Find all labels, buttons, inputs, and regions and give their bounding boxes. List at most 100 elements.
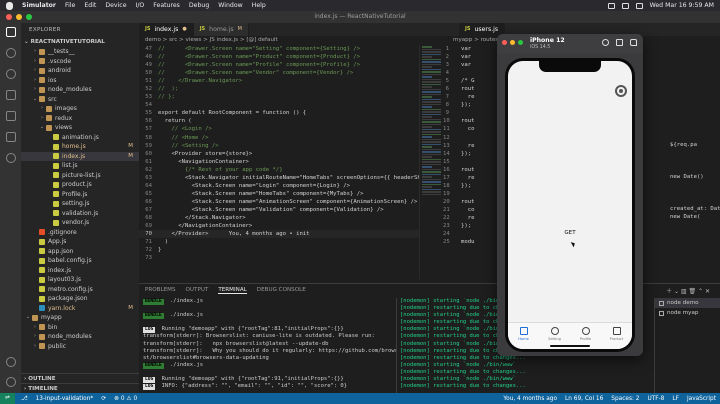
code-line[interactable]: 53 // }; — [139, 93, 419, 101]
close-window-icon[interactable] — [6, 14, 12, 20]
code-line[interactable]: 56 return ( — [139, 117, 419, 125]
tree-item[interactable]: layout03.js — [21, 275, 139, 285]
tree-item[interactable]: metro.config.js — [21, 285, 139, 295]
menu-item-help[interactable]: Help — [252, 2, 266, 9]
settings-gear-icon[interactable] — [615, 85, 627, 97]
menu-item-window[interactable]: Window — [218, 2, 242, 9]
tree-item[interactable]: ⌄ src — [21, 95, 139, 105]
code-line[interactable]: 52 // ); — [139, 85, 419, 93]
code-line[interactable]: 71 ) — [139, 238, 419, 246]
wifi-icon[interactable] — [621, 2, 629, 9]
code-line[interactable]: 58 // <Home /> — [139, 134, 419, 142]
code-line[interactable]: 57 // <Login /> — [139, 125, 419, 133]
tree-item[interactable]: .gitignore — [21, 228, 139, 238]
code-line[interactable]: 66 <Stack.Screen name="AnimationScreen" … — [139, 198, 419, 206]
menu-item-features[interactable]: Features — [153, 2, 180, 9]
language-mode[interactable]: JavaScript — [687, 396, 716, 402]
tree-item[interactable]: › android — [21, 66, 139, 76]
code-line[interactable]: 61 <NavigationContainer> — [139, 158, 419, 166]
get-button[interactable]: GET — [508, 230, 632, 236]
maximize-window-icon[interactable] — [518, 40, 523, 45]
home-button-icon[interactable] — [616, 39, 623, 46]
tab-output[interactable]: OUTPUT — [186, 287, 209, 293]
code-line[interactable]: 51 // </Drawer.Navigator> — [139, 77, 419, 85]
maximize-window-icon[interactable] — [26, 14, 32, 20]
tree-item[interactable]: index.js — [21, 266, 139, 276]
tree-item[interactable]: › public — [21, 342, 139, 352]
close-window-icon[interactable] — [502, 40, 507, 45]
code-line[interactable]: 47 // <Drawer.Screen name="Setting" compo… — [139, 45, 419, 53]
menu-app-name[interactable]: Simulator — [22, 2, 56, 9]
code-line[interactable]: 62 {/* Rest of your app code */} — [139, 166, 419, 174]
menu-item-device[interactable]: Device — [105, 2, 126, 9]
indentation[interactable]: Spaces: 2 — [611, 396, 639, 402]
account-icon[interactable] — [5, 357, 16, 367]
app-screen[interactable]: GET Home Setting Profile Product — [508, 61, 632, 349]
tree-item[interactable]: animation.js — [21, 133, 139, 143]
minimize-window-icon[interactable] — [510, 40, 515, 45]
tab-terminal[interactable]: TERMINAL — [218, 287, 247, 294]
code-editor[interactable]: 47 // <Drawer.Screen name="Setting" compo… — [139, 45, 419, 279]
code-line[interactable]: 72} — [139, 246, 419, 254]
remote-indicator-icon[interactable]: ⇌ — [0, 393, 15, 404]
tree-item[interactable]: list.js — [21, 161, 139, 171]
breadcrumb[interactable]: demo > src > views > JS index.js > [@] d… — [139, 36, 439, 45]
tab-home-js[interactable]: JS home.js M — [193, 23, 249, 36]
menu-item-file[interactable]: File — [65, 2, 75, 9]
tree-item[interactable]: app.json — [21, 247, 139, 257]
control-center-icon[interactable] — [635, 2, 643, 9]
menu-item-debug[interactable]: Debug — [189, 2, 209, 9]
tree-item[interactable]: yarn.lock M — [21, 304, 139, 314]
tree-item[interactable]: ⌄ views — [21, 123, 139, 133]
tree-item[interactable]: vendor.js — [21, 218, 139, 228]
record-icon[interactable] — [602, 39, 609, 46]
tab-users-js[interactable]: JS users.js — [459, 23, 506, 36]
search-icon[interactable] — [5, 48, 16, 58]
tree-item[interactable]: setting.js — [21, 199, 139, 209]
line-endings[interactable]: LF — [672, 396, 679, 402]
tree-item[interactable]: › .vscode — [21, 57, 139, 67]
tree-item[interactable]: › redux — [21, 114, 139, 124]
timeline-section[interactable]: › TIMELINE — [21, 383, 139, 393]
apple-icon[interactable] — [6, 1, 13, 10]
tab-product[interactable]: Product — [601, 323, 632, 349]
menubar-clock[interactable]: Wed Mar 16 9:59 AM — [650, 2, 714, 9]
source-control-icon[interactable] — [5, 69, 16, 79]
code-line[interactable]: 64 <Stack.Screen name="Login" component=… — [139, 182, 419, 190]
tab-problems[interactable]: PROBLEMS — [145, 287, 176, 293]
project-section-header[interactable]: ⌄ REACTNATIVETUTORIAL — [21, 37, 139, 47]
code-line[interactable]: 65 <Stack.Screen name="HomeTabs" compone… — [139, 190, 419, 198]
tab-index-js[interactable]: JS index.js ● — [139, 23, 194, 36]
menu-item-io[interactable]: I/O — [136, 2, 145, 9]
tree-item[interactable]: › ios — [21, 76, 139, 86]
tab-home[interactable]: Home — [508, 323, 539, 349]
code-line[interactable]: 68 </Stack.Navigator> — [139, 214, 419, 222]
tree-item[interactable]: App.js — [21, 237, 139, 247]
tree-item[interactable]: › node_modules — [21, 332, 139, 342]
tree-item[interactable]: › __tests__ — [21, 47, 139, 57]
panel-actions[interactable]: ＋ ⌄ ▥ 🗑 ⌃ ✕ — [666, 286, 720, 295]
rotate-icon[interactable] — [630, 39, 637, 46]
tree-item[interactable]: home.js M — [21, 142, 139, 152]
code-line[interactable]: 59 // <Setting /> — [139, 142, 419, 150]
sync-icon[interactable]: ⟳ — [101, 396, 106, 402]
code-line[interactable]: 69 </NavigationContainer> — [139, 222, 419, 230]
docker-icon[interactable] — [5, 153, 16, 163]
code-line[interactable]: 70 </Provider> You, 4 months ago • init — [139, 230, 419, 239]
terminal-pane-left[interactable]: BUNDLE ./index.js BUNDLE ./index.js LOG Ru… — [139, 298, 396, 393]
terminal-instance[interactable]: node demo — [655, 298, 720, 308]
tree-item[interactable]: product.js — [21, 180, 139, 190]
tree-item[interactable]: validation.js — [21, 209, 139, 219]
manage-gear-icon[interactable] — [5, 377, 16, 387]
tree-item[interactable]: › node_modules — [21, 85, 139, 95]
code-line[interactable]: 73 — [139, 254, 419, 262]
problems-count[interactable]: ⊗ 0 ⚠ 0 — [114, 396, 137, 402]
git-branch[interactable]: 13-input-validation* — [36, 396, 94, 402]
code-line[interactable]: 50 // <Drawer.Screen name="Vendor" compon… — [139, 69, 419, 77]
tab-debug-console[interactable]: DEBUG CONSOLE — [257, 287, 306, 293]
code-line[interactable]: 48 // <Drawer.Screen name="Product" compo… — [139, 53, 419, 61]
tree-item[interactable]: › bin — [21, 323, 139, 333]
code-line[interactable]: 54 — [139, 101, 419, 109]
explorer-icon[interactable] — [5, 27, 16, 37]
battery-icon[interactable] — [607, 2, 615, 9]
